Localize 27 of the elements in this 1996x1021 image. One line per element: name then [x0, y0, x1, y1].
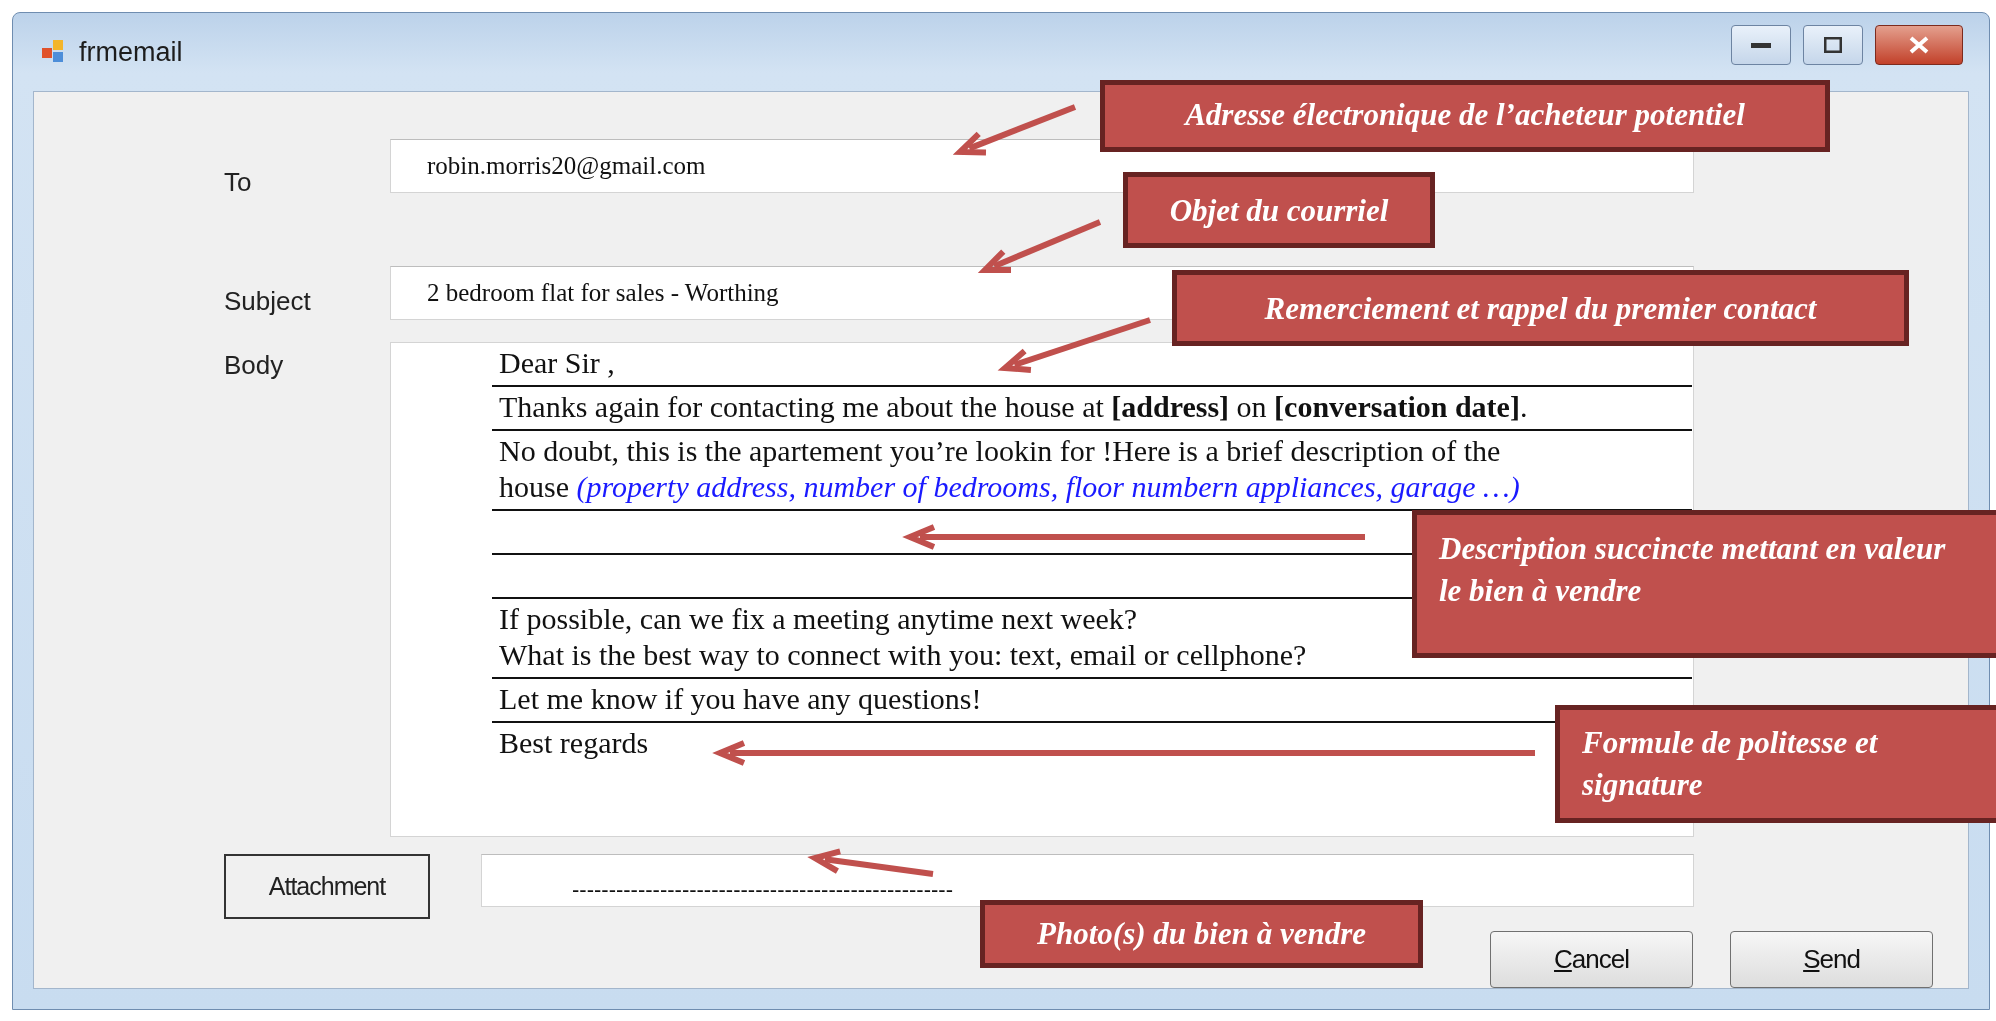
- minimize-icon: [1751, 41, 1771, 49]
- close-button[interactable]: [1875, 25, 1963, 65]
- body-text: No doubt, this is the apartement you’re lookin for !Here is a brief description of the house (property address, number of bedrooms, floor numbern appliances, garage …): [499, 433, 1521, 505]
- body-text: What is the best way to connect with you: text, email or cellphone?: [499, 637, 1307, 673]
- maximize-icon: [1824, 37, 1842, 53]
- attachment-field[interactable]: ----------------------------------------------------: [481, 854, 1694, 907]
- body-text: Dear Sir ,: [499, 345, 615, 381]
- annotation-tooltip: Adresse électronique de l’acheteur potentiel: [1100, 80, 1830, 152]
- body-text: Thanks again for contacting me about the house at [address] on [conversation date].: [499, 389, 1528, 425]
- annotation-tooltip: Formule de politesse et signature: [1555, 705, 1996, 823]
- annotation-tooltip: Photo(s) du bien à vendre: [980, 900, 1423, 968]
- body-text: Best regards: [499, 725, 649, 761]
- annotation-tooltip: Objet du courriel: [1123, 172, 1435, 248]
- field-label: Body: [224, 349, 285, 381]
- minimize-button[interactable]: [1731, 25, 1791, 65]
- dialog-button[interactable]: Send: [1730, 931, 1933, 988]
- dialog-button[interactable]: Cancel: [1490, 931, 1693, 988]
- maximize-button[interactable]: [1803, 25, 1863, 65]
- annotation-tooltip: Description succincte mettant en valeur le bien à vendre: [1412, 510, 1996, 658]
- annotation-tooltip: Remerciement et rappel du premier contact: [1172, 270, 1909, 346]
- window-title: frmemail: [79, 36, 183, 68]
- body-text: If possible, can we fix a meeting anytime next week?: [499, 601, 1138, 637]
- close-icon: [1908, 35, 1930, 55]
- field-label: Subject: [224, 285, 312, 317]
- body-text: Let me know if you have any questions!: [499, 681, 982, 717]
- field-label: To: [224, 166, 253, 198]
- attachment-button[interactable]: Attachment: [224, 854, 430, 919]
